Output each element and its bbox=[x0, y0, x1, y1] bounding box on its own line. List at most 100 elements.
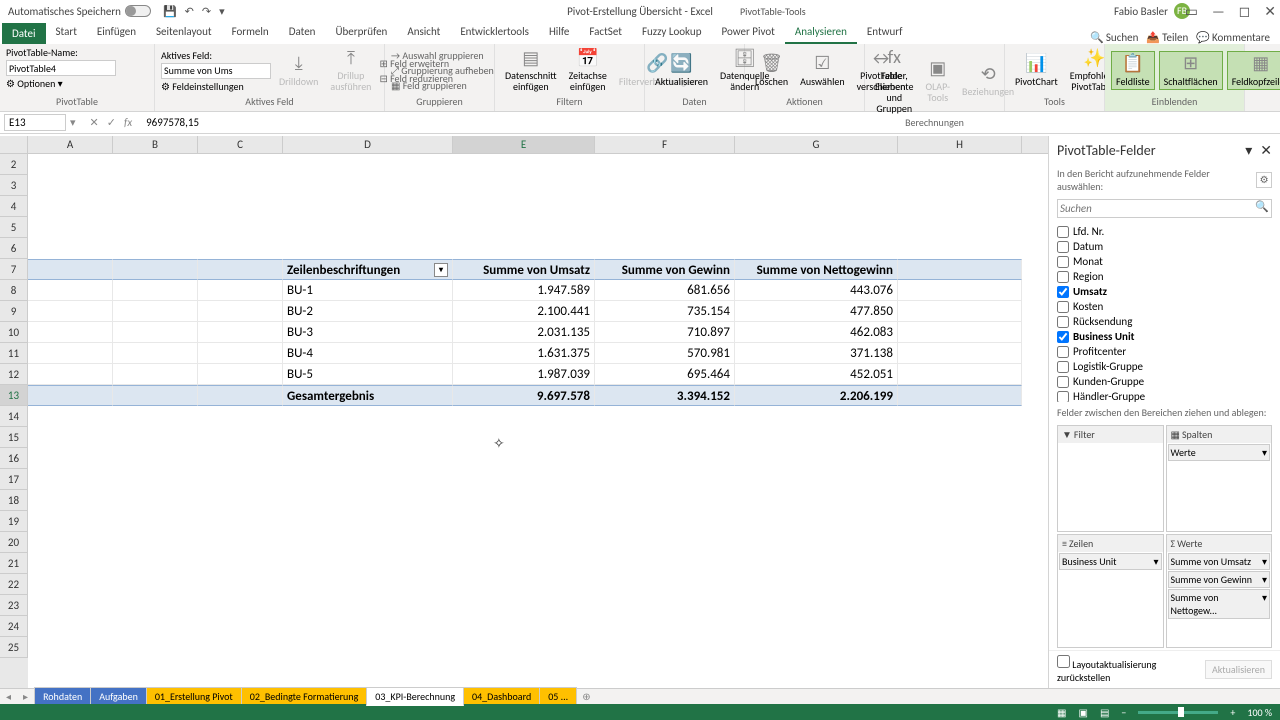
redo-icon[interactable]: ↷ bbox=[202, 5, 211, 18]
view-layout-icon[interactable]: ▣ bbox=[1079, 706, 1088, 719]
area-item[interactable]: Werte▾ bbox=[1168, 444, 1271, 461]
defer-checkbox[interactable]: Layoutaktualisierung zurückstellen bbox=[1057, 655, 1205, 684]
user-info[interactable]: Fabio Basler FB bbox=[1114, 3, 1190, 19]
col-header-E[interactable]: E bbox=[453, 136, 595, 153]
row-header-14[interactable]: 14 bbox=[0, 406, 28, 427]
row-header-4[interactable]: 4 bbox=[0, 196, 28, 217]
col-header-B[interactable]: B bbox=[113, 136, 198, 153]
fx-icon[interactable]: fx bbox=[124, 116, 132, 129]
timeline-button[interactable]: 📅Zeitachse einfügen bbox=[565, 47, 611, 95]
col-header-G[interactable]: G bbox=[735, 136, 898, 153]
view-normal-icon[interactable]: ▦ bbox=[1057, 706, 1066, 719]
row-header-3[interactable]: 3 bbox=[0, 175, 28, 196]
table-row[interactable]: BU-51.987.039695.464452.051 bbox=[28, 364, 1048, 385]
table-row[interactable]: BU-11.947.589681.656443.076 bbox=[28, 280, 1048, 301]
accept-icon[interactable]: ✓ bbox=[107, 116, 116, 129]
buttons-button[interactable]: ⊞Schaltflächen bbox=[1159, 51, 1223, 90]
table-row[interactable]: BU-22.100.441735.154477.850 bbox=[28, 301, 1048, 322]
row-header-22[interactable]: 22 bbox=[0, 574, 28, 595]
tab-factset[interactable]: FactSet bbox=[579, 21, 632, 44]
tab-ansicht[interactable]: Ansicht bbox=[397, 21, 450, 44]
sheet-nav-prev-icon[interactable]: ◂ bbox=[0, 690, 17, 703]
qat-dropdown-icon[interactable]: ▾ bbox=[219, 5, 225, 18]
select-button[interactable]: ☑Auswählen bbox=[796, 52, 849, 89]
row-header-11[interactable]: 11 bbox=[0, 343, 28, 364]
pivotchart-button[interactable]: 📊PivotChart bbox=[1011, 52, 1062, 89]
field-item[interactable]: Business Unit bbox=[1057, 329, 1272, 344]
area-item[interactable]: Summe von Nettogew...▾ bbox=[1168, 589, 1271, 619]
row-header-8[interactable]: 8 bbox=[0, 280, 28, 301]
field-item[interactable]: Kosten bbox=[1057, 299, 1272, 314]
row-header-2[interactable]: 2 bbox=[0, 154, 28, 175]
col-header-H[interactable]: H bbox=[898, 136, 1022, 153]
field-list[interactable]: Lfd. Nr.DatumMonatRegionUmsatzKostenRück… bbox=[1049, 222, 1280, 402]
row-header-16[interactable]: 16 bbox=[0, 448, 28, 469]
new-sheet-icon[interactable]: ⊕ bbox=[576, 690, 596, 703]
refresh-button[interactable]: 🔄Aktualisieren bbox=[651, 52, 712, 89]
row-header-10[interactable]: 10 bbox=[0, 322, 28, 343]
maximize-icon[interactable]: ◻ bbox=[1239, 3, 1251, 20]
autosave-toggle[interactable] bbox=[125, 5, 151, 17]
fields-items-button[interactable]: fxFelder, Elemente und Gruppen bbox=[871, 46, 917, 116]
tab-fuzzy lookup[interactable]: Fuzzy Lookup bbox=[632, 21, 712, 44]
tab-überprüfen[interactable]: Überprüfen bbox=[325, 21, 397, 44]
sheet-nav-next-icon[interactable]: ▸ bbox=[17, 690, 34, 703]
name-box[interactable]: E13 bbox=[4, 114, 66, 131]
tab-analysieren[interactable]: Analysieren bbox=[785, 21, 857, 44]
field-item[interactable]: Umsatz bbox=[1057, 284, 1272, 299]
field-item[interactable]: Region bbox=[1057, 269, 1272, 284]
row-header-7[interactable]: 7 bbox=[0, 259, 28, 280]
field-search[interactable]: 🔍 bbox=[1057, 199, 1272, 218]
tab-start[interactable]: Start bbox=[46, 21, 87, 44]
slicer-button[interactable]: ▤Datenschnitt einfügen bbox=[501, 47, 561, 95]
zoom-slider[interactable] bbox=[1138, 711, 1218, 714]
row-header-23[interactable]: 23 bbox=[0, 595, 28, 616]
field-item[interactable]: Rücksendung bbox=[1057, 314, 1272, 329]
row-header-13[interactable]: 13 bbox=[0, 385, 28, 406]
worksheet-grid[interactable]: ABCDEFGH 2345678910111213141516171819202… bbox=[0, 136, 1048, 688]
tab-power pivot[interactable]: Power Pivot bbox=[711, 21, 784, 44]
area-rows[interactable]: ≡Zeilen Business Unit▾ bbox=[1057, 534, 1164, 649]
tab-entwicklertools[interactable]: Entwicklertools bbox=[450, 21, 539, 44]
area-item[interactable]: Summe von Gewinn▾ bbox=[1168, 571, 1271, 588]
comments-button[interactable]: 💬 Kommentare bbox=[1196, 31, 1270, 44]
row-header-15[interactable]: 15 bbox=[0, 427, 28, 448]
close-icon[interactable]: ✕ bbox=[1264, 3, 1276, 20]
share-button[interactable]: 📤 Teilen bbox=[1146, 31, 1188, 44]
undo-icon[interactable]: ↶ bbox=[185, 5, 194, 18]
zoom-out-icon[interactable]: − bbox=[1121, 706, 1126, 719]
table-row[interactable]: Gesamtergebnis9.697.5783.394.1522.206.19… bbox=[28, 385, 1048, 406]
field-settings-button[interactable]: ⚙ Feldeinstellungen bbox=[161, 80, 271, 93]
table-row[interactable]: BU-32.031.135710.897462.083 bbox=[28, 322, 1048, 343]
area-filter[interactable]: ▼Filter bbox=[1057, 425, 1164, 532]
col-header-F[interactable]: F bbox=[595, 136, 735, 153]
row-header-6[interactable]: 6 bbox=[0, 238, 28, 259]
formula-input[interactable]: 9697578,15 bbox=[142, 115, 1280, 130]
row-header-24[interactable]: 24 bbox=[0, 616, 28, 637]
ribbon-options-icon[interactable]: ▭ bbox=[1185, 3, 1198, 20]
area-item[interactable]: Business Unit▾ bbox=[1059, 553, 1162, 570]
col-header-A[interactable]: A bbox=[28, 136, 113, 153]
save-icon[interactable]: 💾 bbox=[163, 5, 177, 18]
tab-entwurf[interactable]: Entwurf bbox=[857, 21, 913, 44]
field-item[interactable]: Datum bbox=[1057, 239, 1272, 254]
zoom-in-icon[interactable]: + bbox=[1230, 706, 1235, 719]
fieldheaders-button[interactable]: ▦Feldkopfzeilen bbox=[1227, 51, 1280, 90]
tab-formeln[interactable]: Formeln bbox=[222, 21, 279, 44]
view-pagebreak-icon[interactable]: ▤ bbox=[1100, 706, 1109, 719]
col-header-D[interactable]: D bbox=[283, 136, 453, 153]
table-row[interactable]: Zeilenbeschriftungen▾Summe von UmsatzSum… bbox=[28, 259, 1048, 280]
tab-einfügen[interactable]: Einfügen bbox=[87, 21, 146, 44]
tab-file[interactable]: Datei bbox=[2, 23, 46, 44]
field-search-input[interactable] bbox=[1058, 200, 1253, 217]
clear-button[interactable]: 🗑Löschen bbox=[751, 52, 792, 89]
row-header-21[interactable]: 21 bbox=[0, 553, 28, 574]
row-header-25[interactable]: 25 bbox=[0, 637, 28, 658]
zoom-level[interactable]: 100 % bbox=[1247, 706, 1272, 719]
area-columns[interactable]: ▦Spalten Werte▾ bbox=[1166, 425, 1273, 532]
select-all-corner[interactable] bbox=[0, 136, 28, 153]
field-item[interactable]: Lfd. Nr. bbox=[1057, 224, 1272, 239]
search-button[interactable]: 🔍 Suchen bbox=[1090, 31, 1138, 44]
filter-dropdown-icon[interactable]: ▾ bbox=[434, 263, 448, 277]
options-button[interactable]: ⚙ Optionen ▾ bbox=[6, 77, 63, 90]
